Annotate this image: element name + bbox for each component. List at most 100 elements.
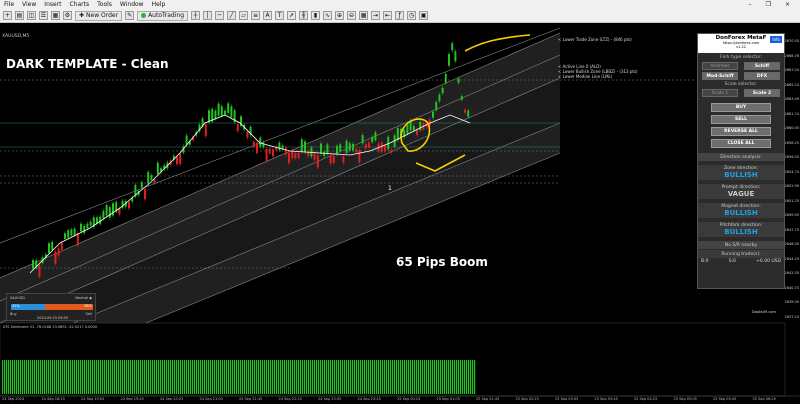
sentiment-bar [90, 360, 92, 394]
text-tool-icon[interactable]: A [263, 11, 273, 20]
sentiment-bar [106, 360, 108, 394]
buy-button[interactable]: BUY [711, 103, 771, 112]
sentiment-bar [210, 360, 212, 394]
line-chart-icon[interactable]: ∿ [323, 11, 333, 20]
sentiment-bar [338, 360, 340, 394]
arrow-tool-icon[interactable]: ➚ [287, 11, 297, 20]
fork-mod-schiff-button[interactable]: Mod-Schiff [702, 72, 738, 80]
sr-status: No S/R nearby [698, 241, 784, 249]
horizontal-line-icon[interactable]: ─ [215, 11, 225, 20]
sentiment-bar [146, 360, 148, 394]
sentiment-bar [284, 360, 286, 394]
fork-schiff-button[interactable]: Schiff [744, 62, 780, 70]
sentiment-bar [394, 360, 396, 394]
sentiment-bar [176, 360, 178, 394]
sentiment-bar [198, 360, 200, 394]
candle-chart-icon[interactable]: ▮ [311, 11, 321, 20]
running-trades-row: B:0 S:0 +0.00 USD [698, 258, 784, 265]
sentiment-bar [384, 360, 386, 394]
sentiment-bar [162, 360, 164, 394]
menu-file[interactable]: File [0, 1, 18, 8]
menu-charts[interactable]: Charts [66, 1, 94, 8]
donforex-panel: DonForex MetaF https://donforex.com v1.2… [697, 33, 785, 289]
profiles-icon[interactable]: ▤ [15, 11, 24, 20]
sentiment-bar [362, 360, 364, 394]
new-order-button[interactable]: ✚ New Order [75, 10, 123, 21]
sentiment-bar [386, 360, 388, 394]
templates-icon[interactable]: ▣ [419, 11, 429, 20]
market-watch-icon[interactable]: ◫ [27, 11, 36, 20]
fork-andrews-button[interactable]: Andrews [702, 62, 738, 70]
vertical-line-icon[interactable]: │ [203, 11, 213, 20]
sentiment-bar [20, 360, 22, 394]
trades-buy-count: B:0 [701, 259, 709, 264]
indicators-icon[interactable]: ƒ [395, 11, 405, 20]
zoom-out-icon[interactable]: ⊖ [347, 11, 357, 20]
sentiment-bar [442, 360, 444, 394]
sentiment-bar [314, 360, 316, 394]
sell-button[interactable]: SELL [711, 115, 771, 124]
price-label: 2656.50 [784, 155, 799, 159]
running-trades: Running trade(s): [698, 250, 784, 258]
channel-icon[interactable]: ▱ [239, 11, 249, 20]
minimize-icon[interactable]: – [745, 1, 756, 8]
zoom-in-icon[interactable]: ⊕ [335, 11, 345, 20]
menu-insert[interactable]: Insert [40, 1, 65, 8]
sentiment-bar [230, 360, 232, 394]
sentiment-bar [260, 360, 262, 394]
menu-tools[interactable]: Tools [93, 1, 116, 8]
restore-icon[interactable]: ❐ [762, 1, 775, 8]
price-label: 2647.75 [784, 227, 799, 232]
mini-neutral: Neutral ◆ [75, 296, 92, 300]
sentiment-bar [116, 360, 118, 394]
sentiment-bar [132, 360, 134, 394]
direction-title: Direction analysis: [698, 153, 784, 161]
fibo-icon[interactable]: ≡ [251, 11, 261, 20]
crosshair-icon[interactable]: ┼ [191, 11, 201, 20]
price-label: 2663.49 [784, 97, 799, 101]
terminal-icon[interactable]: ▦ [51, 11, 60, 20]
menu-bar: File View Insert Charts Tools Window Hel… [0, 0, 800, 9]
price-label: 2646.00 [784, 242, 799, 246]
chart-shift-icon[interactable]: ⇤ [383, 11, 393, 20]
sentiment-bar [258, 360, 260, 394]
sentiment-bar [82, 360, 84, 394]
trendline-icon[interactable]: ╱ [227, 11, 237, 20]
sentiment-bar [240, 360, 242, 394]
price-label: 2661.74 [784, 111, 799, 116]
close-all-button[interactable]: CLOSE ALL [711, 139, 771, 148]
menu-window[interactable]: Window [116, 1, 148, 8]
info-button[interactable]: Info [770, 36, 782, 43]
bar-chart-icon[interactable]: ╫ [299, 11, 309, 20]
meta-editor-icon[interactable]: ✎ [125, 11, 135, 20]
mini-ratio-bar: 42% 58% [11, 304, 93, 310]
time-label: 24 Sep 19:45 [120, 397, 144, 401]
close-icon[interactable]: × [781, 1, 794, 8]
chart-window[interactable]: XAUUSD,M5 DARK TEMPLATE - Clean 65 Pips … [0, 23, 800, 404]
sentiment-bar [68, 360, 70, 394]
new-chart-icon[interactable]: + [3, 11, 12, 20]
sentiment-bar [392, 360, 394, 394]
scale-2-button[interactable]: Scale 2 [744, 89, 780, 97]
fork-dfx-button[interactable]: DFX [744, 72, 780, 80]
sentiment-bar [304, 360, 306, 394]
periods-icon[interactable]: ◷ [407, 11, 417, 20]
sentiment-bar [76, 360, 78, 394]
price-chart[interactable] [0, 23, 800, 404]
sentiment-bar [306, 360, 308, 394]
sentiment-bar [16, 360, 18, 394]
menu-view[interactable]: View [18, 1, 40, 8]
time-label: 25 Sep 04:25 [634, 397, 658, 401]
autotrading-button[interactable]: AutoTrading [137, 10, 189, 21]
reverse-all-button[interactable]: REVERSE ALL [711, 127, 771, 136]
sentiment-bar [434, 360, 436, 394]
label-tool-icon[interactable]: T [275, 11, 285, 20]
sentiment-bar [212, 360, 214, 394]
sentiment-bar [330, 360, 332, 394]
scale-1-button[interactable]: Scale 1 [702, 89, 738, 97]
menu-help[interactable]: Help [148, 1, 170, 8]
tile-icon[interactable]: ▦ [359, 11, 369, 20]
navigator-icon[interactable]: ☰ [39, 11, 48, 20]
autoscroll-icon[interactable]: ⇥ [371, 11, 381, 20]
tester-icon[interactable]: ⚙ [63, 11, 72, 20]
